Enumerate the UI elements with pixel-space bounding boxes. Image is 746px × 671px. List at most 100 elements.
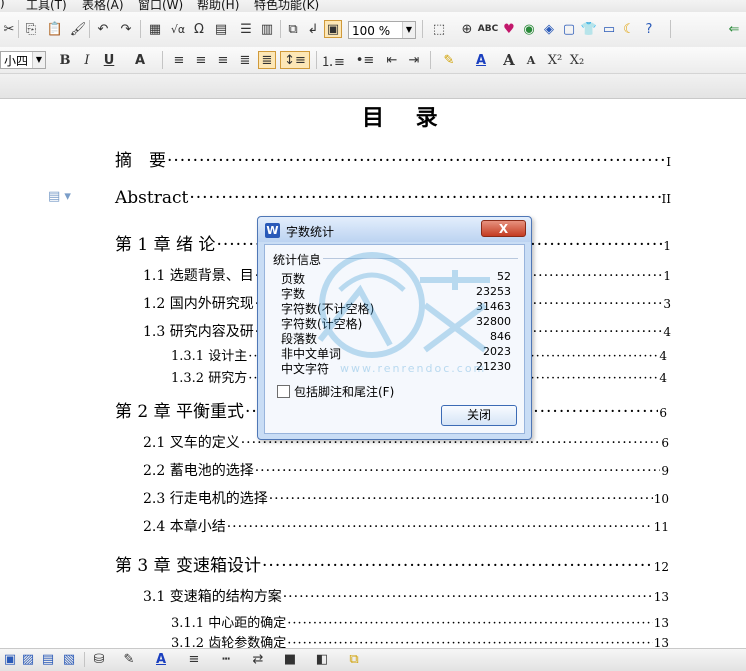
fill-color-icon[interactable]: ⛁ xyxy=(88,651,110,667)
drawing-toolbar: ▣ ▨ ▤ ▧ ⛁ ✎ A ≡ ┅ ⇄ ■ ◧ ⧉ xyxy=(0,648,746,671)
picture-icon[interactable]: ▨ xyxy=(20,651,36,667)
chat-icon[interactable]: ▭ xyxy=(600,20,618,38)
stat-row: 中文字符 21230 xyxy=(281,360,511,376)
research-icon[interactable]: ◉ xyxy=(520,20,538,38)
superscript-icon[interactable]: X² xyxy=(546,51,564,69)
toc-entry[interactable]: 摘 要 ·····································… xyxy=(115,146,671,171)
font-color-icon[interactable]: A xyxy=(150,651,172,667)
toc-entry[interactable]: 2.3 行走电机的选择 ·····························… xyxy=(143,488,669,508)
draw-icon[interactable]: ▣ xyxy=(2,651,18,667)
paste-icon[interactable]: 📋 xyxy=(44,20,66,38)
toolbar-separator xyxy=(316,51,317,69)
chevron-down-icon[interactable]: ▼ xyxy=(402,22,415,38)
3d-icon[interactable]: ◧ xyxy=(312,651,332,667)
include-footnotes-label[interactable]: 包括脚注和尾注(F) xyxy=(294,383,394,400)
symbol-icon[interactable]: Ω xyxy=(190,20,208,38)
menu-item-window[interactable]: 窗口(W) xyxy=(138,0,183,12)
paragraph-mark-icon[interactable]: ↲ xyxy=(304,20,322,38)
column-chart-icon[interactable]: ▥ xyxy=(258,20,276,38)
toolbar-separator xyxy=(670,20,671,38)
line-color-icon[interactable]: ✎ xyxy=(118,651,140,667)
toc-title: 目 录 xyxy=(362,105,450,131)
cut-icon[interactable]: ✂ xyxy=(2,20,16,38)
redo-icon[interactable]: ↷ xyxy=(116,20,136,38)
spell-check-icon[interactable]: ABC xyxy=(478,20,498,38)
text-effect-icon[interactable]: A xyxy=(130,51,150,69)
format-painter-icon[interactable]: 🖌 xyxy=(70,20,87,38)
toolbar-separator xyxy=(280,20,281,38)
template-icon[interactable]: ▢ xyxy=(560,20,578,38)
binoculars-icon[interactable]: ⊕ xyxy=(458,20,476,38)
toc-entry[interactable]: 2.4 本章小结 ································… xyxy=(143,516,669,536)
grow-font-icon[interactable]: A xyxy=(500,51,518,69)
line-spacing-icon[interactable]: ↕≡ xyxy=(280,51,310,69)
arrow-left-icon[interactable]: ⇐ xyxy=(724,20,744,38)
stat-row: 非中文单词 2023 xyxy=(281,345,511,361)
stat-row: 字符数(不计空格) 31463 xyxy=(281,300,511,316)
shrink-font-icon[interactable]: A xyxy=(522,51,540,69)
arrange-icon[interactable]: ⧉ xyxy=(344,651,364,667)
columns-icon[interactable]: ☰ xyxy=(236,20,256,38)
distributed-align-icon[interactable]: ≣ xyxy=(258,51,276,69)
menu-item-view-tail[interactable]: ) xyxy=(0,0,5,10)
close-button[interactable]: 关闭 xyxy=(441,405,517,426)
insert-chart-icon[interactable]: ▦ xyxy=(144,20,166,38)
toc-entry[interactable]: 第 3 章 变速箱设计 ·····························… xyxy=(115,551,669,576)
zoom-combo[interactable]: 100 % ▼ xyxy=(348,21,416,39)
increase-indent-icon[interactable]: ⇥ xyxy=(404,51,424,69)
show-grid-icon[interactable]: ▣ xyxy=(324,20,342,38)
dash-style-icon[interactable]: ┅ xyxy=(216,651,236,667)
decrease-indent-icon[interactable]: ⇤ xyxy=(382,51,402,69)
bold-button[interactable]: B xyxy=(56,51,74,69)
underline-button[interactable]: U xyxy=(100,51,118,69)
justify-icon[interactable]: ≣ xyxy=(236,51,254,69)
insert-table-icon[interactable]: ▤ xyxy=(210,20,232,38)
clipart-icon[interactable]: ▤ xyxy=(40,651,56,667)
menu-item-help[interactable]: 帮助(H) xyxy=(197,0,239,12)
shadow-icon[interactable]: ■ xyxy=(280,651,300,667)
toolbar-separator xyxy=(140,20,141,38)
arrow-style-icon[interactable]: ⇄ xyxy=(248,651,268,667)
font-size-combo[interactable]: 小四 ▼ xyxy=(0,51,46,69)
moon-icon[interactable]: ☾ xyxy=(620,20,638,38)
align-left-icon[interactable]: ≡ xyxy=(170,51,188,69)
select-object-icon[interactable]: ⬚ xyxy=(426,20,452,38)
toolbar-separator xyxy=(89,20,90,38)
toc-entry[interactable]: Abstract ································… xyxy=(115,188,671,208)
help-icon[interactable]: ? xyxy=(640,20,658,38)
wordart-icon[interactable]: ▧ xyxy=(60,651,78,667)
standard-toolbar: ✂ ⎘ 📋 🖌 ↶ ↷ ▦ √α Ω ▤ ☰ ▥ ⧉ ↲ ▣ 100 % ▼ ⬚… xyxy=(0,12,746,48)
hyperlink-icon[interactable]: ⧉ xyxy=(284,20,302,38)
heart-icon[interactable]: ♥ xyxy=(500,20,518,38)
toc-entry[interactable]: 3.1 变速箱的结构方案 ····························… xyxy=(143,586,669,606)
line-style-icon[interactable]: ≡ xyxy=(184,651,204,667)
bullet-list-icon[interactable]: •≡ xyxy=(352,51,378,69)
menu-item-table[interactable]: 表格(A) xyxy=(82,0,124,12)
chevron-down-icon[interactable]: ▼ xyxy=(32,52,45,68)
dialog-close-button[interactable]: X xyxy=(481,220,526,237)
toolbar-gutter xyxy=(0,74,746,99)
toolbar-separator xyxy=(18,20,19,38)
undo-icon[interactable]: ↶ xyxy=(92,20,114,38)
align-right-icon[interactable]: ≡ xyxy=(214,51,232,69)
toc-entry[interactable]: 2.2 蓄电池的选择 ······························… xyxy=(143,460,669,480)
formula-icon[interactable]: √α xyxy=(168,20,188,38)
online-icon[interactable]: ◈ xyxy=(540,20,558,38)
highlight-icon[interactable]: ✎ xyxy=(436,51,462,69)
toolbar-separator xyxy=(430,51,431,69)
tshirt-icon[interactable]: 👕 xyxy=(580,20,598,38)
word-count-dialog: W 字数统计 X 统计信息 页数 52 字数 23253 字符数(不计空格) 3… xyxy=(257,216,532,440)
dialog-title-bar[interactable]: W 字数统计 X xyxy=(258,217,531,242)
include-footnotes-checkbox[interactable] xyxy=(277,385,290,398)
font-color-icon[interactable]: A xyxy=(468,51,494,69)
numbered-list-icon[interactable]: ⒈≡ xyxy=(320,51,346,70)
document-marker-icon[interactable]: ▤ ▾ xyxy=(48,189,71,204)
subscript-icon[interactable]: X₂ xyxy=(568,51,586,69)
stat-row: 段落数 846 xyxy=(281,330,511,346)
italic-button[interactable]: I xyxy=(78,51,96,69)
menu-item-tools[interactable]: 工具(T) xyxy=(26,0,67,12)
toc-entry[interactable]: 3.1.1 中心距的确定 ····························… xyxy=(171,612,669,631)
align-center-icon[interactable]: ≡ xyxy=(192,51,210,69)
copy-icon[interactable]: ⎘ xyxy=(22,20,40,38)
menu-item-special[interactable]: 特色功能(K) xyxy=(254,0,319,12)
